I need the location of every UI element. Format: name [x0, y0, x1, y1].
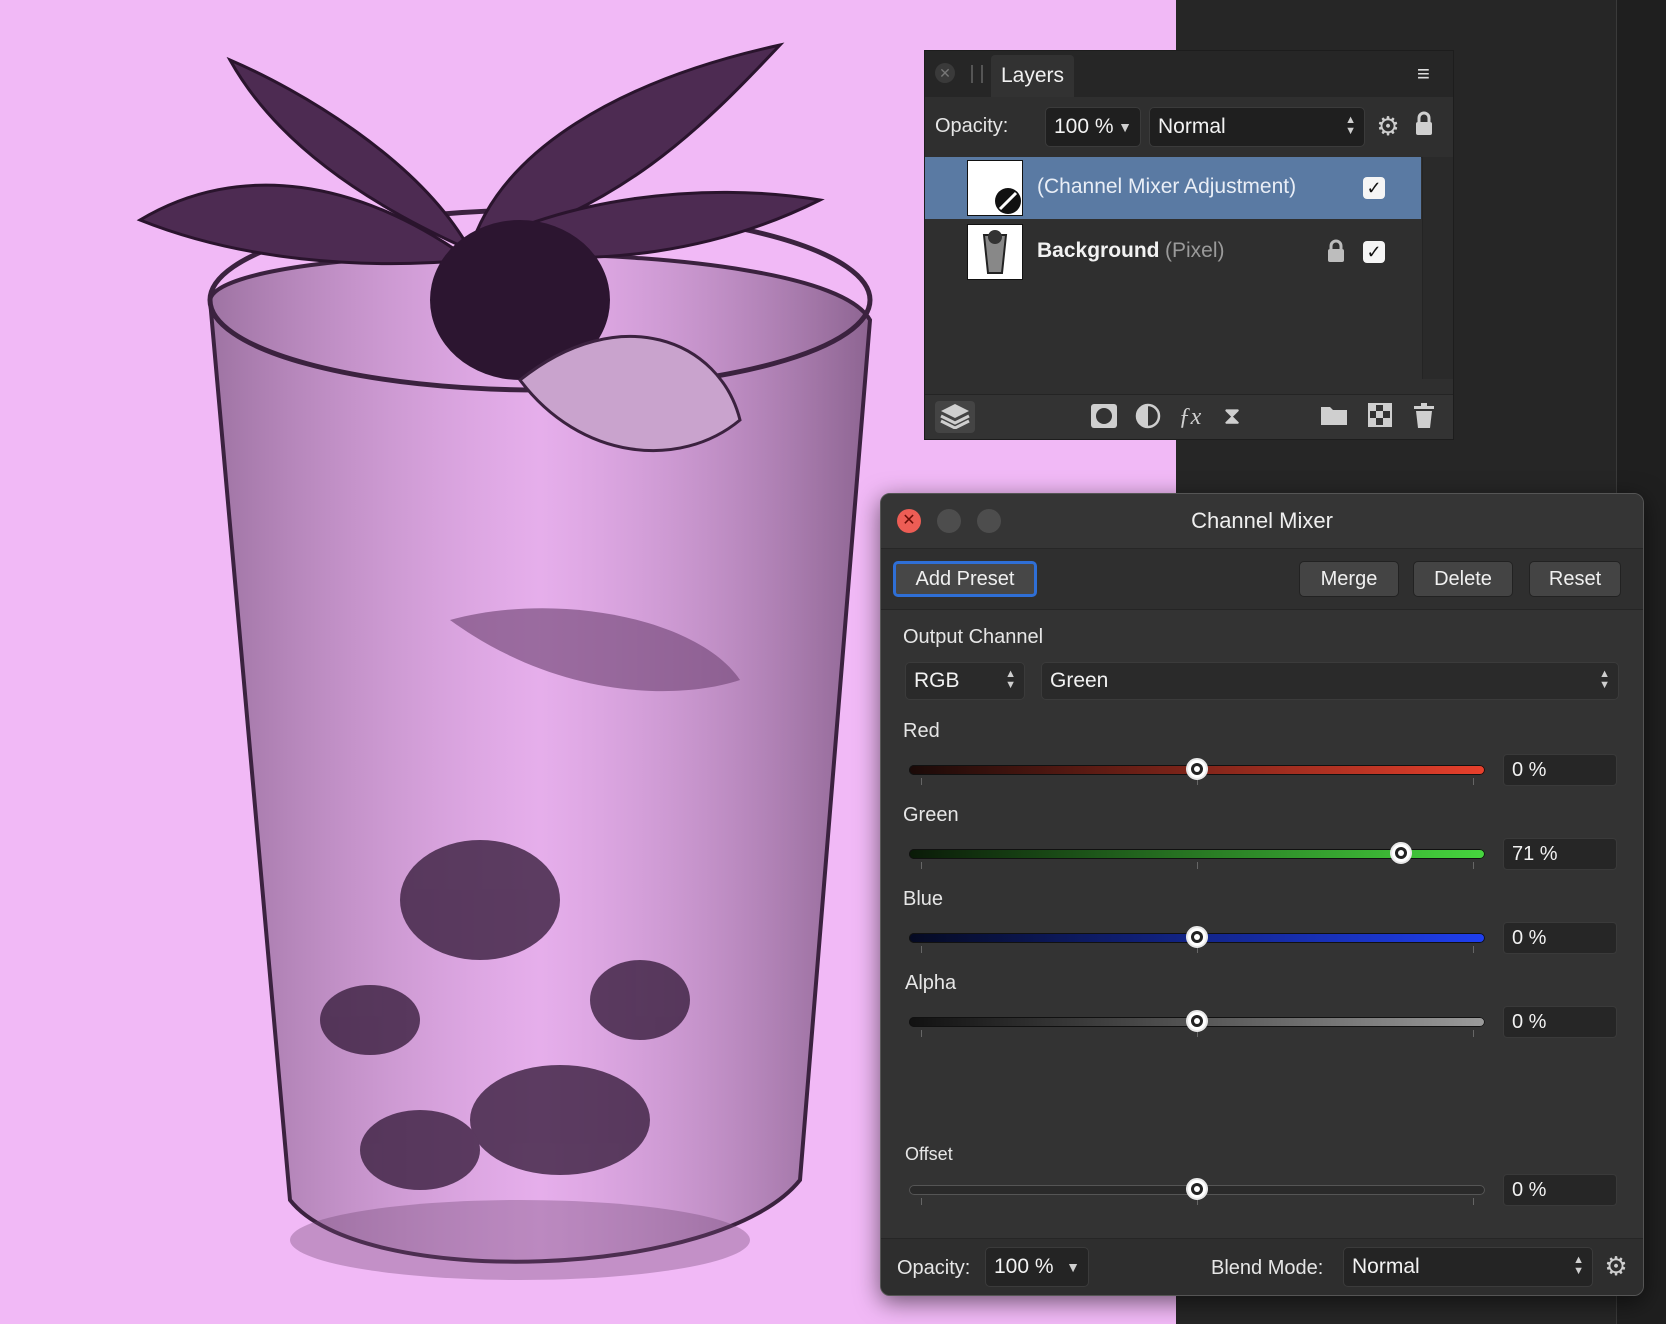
output-channel-label: Output Channel	[903, 626, 1044, 648]
slider-tick	[920, 1198, 922, 1205]
mask-icon[interactable]	[1089, 403, 1119, 431]
green-slider-knob[interactable]	[1390, 842, 1413, 864]
preset-toolbar: Add Preset Merge Delete Reset	[881, 549, 1643, 610]
blend-mode-select[interactable]: Normal ▲ ▼	[1149, 107, 1365, 147]
opacity-field[interactable]: 100 % ▼	[1045, 107, 1141, 147]
slider-tick	[1473, 1030, 1475, 1037]
trash-icon[interactable]	[1409, 403, 1439, 431]
chevron-down-icon: ▼	[1118, 119, 1132, 135]
slider-tick	[1473, 1198, 1475, 1205]
slider-tick	[1197, 862, 1198, 869]
folder-icon[interactable]	[1319, 403, 1349, 431]
layer-type: (Pixel)	[1165, 239, 1225, 262]
visibility-checkbox[interactable]: ✓	[1363, 241, 1385, 263]
merge-button[interactable]: Merge	[1299, 561, 1399, 597]
blue-slider[interactable]	[909, 924, 1485, 954]
live-filter-icon[interactable]: ⧗	[1217, 403, 1247, 431]
close-panel-icon[interactable]: ✕	[935, 63, 955, 83]
alpha-slider[interactable]	[909, 1008, 1485, 1038]
layers-opacity-bar: Opacity: 100 % ▼ Normal ▲ ▼ ⚙	[925, 97, 1453, 158]
green-value-field[interactable]: 71 %	[1503, 838, 1617, 870]
panel-menu-icon[interactable]: ≡	[1417, 63, 1443, 85]
layer-thumbnail	[967, 224, 1023, 280]
layer-row-background[interactable]: Background (Pixel) ✓	[925, 221, 1421, 283]
delete-button[interactable]: Delete	[1413, 561, 1513, 597]
color-space-value: RGB	[914, 669, 960, 692]
red-slider-knob[interactable]	[1186, 758, 1208, 780]
adjustment-icon[interactable]	[1133, 403, 1163, 431]
stepper-arrows-icon: ▲ ▼	[1005, 668, 1016, 691]
footer-opacity-field[interactable]: 100 % ▼	[985, 1247, 1089, 1287]
layer-thumbnail	[967, 160, 1023, 216]
layers-panel-header: ✕ Layers ≡	[925, 51, 1453, 97]
panel-grip-icon[interactable]	[971, 65, 983, 83]
blue-label: Blue	[903, 888, 944, 910]
offset-slider[interactable]	[909, 1176, 1485, 1206]
layers-footer-toolbar: ƒx ⧗	[925, 394, 1453, 439]
color-space-select[interactable]: RGB ▲ ▼	[905, 662, 1025, 700]
slider-tick	[920, 862, 922, 869]
channel-value: Green	[1050, 669, 1109, 692]
blue-slider-knob[interactable]	[1186, 926, 1208, 948]
layers-scrollbar[interactable]	[1422, 157, 1453, 379]
green-label: Green	[903, 804, 959, 826]
layer-name: (Channel Mixer Adjustment)	[1037, 175, 1297, 198]
chevron-down-icon: ▼	[1066, 1259, 1080, 1275]
blend-mode-label: Blend Mode:	[1211, 1257, 1324, 1279]
channel-mixer-body: Output Channel RGB ▲ ▼ Green ▲ ▼ Red 0 % G…	[881, 610, 1643, 1240]
slider-tick	[1473, 946, 1475, 953]
slider-tick	[920, 946, 922, 953]
lock-icon[interactable]	[1411, 111, 1437, 141]
layers-panel[interactable]: ✕ Layers ≡ Opacity: 100 % ▼ Normal ▲ ▼ ⚙ …	[924, 50, 1454, 440]
tab-layers[interactable]: Layers	[991, 55, 1075, 97]
dialog-title: Channel Mixer	[1191, 508, 1333, 533]
fx-icon[interactable]: ƒx	[1175, 403, 1205, 431]
red-value-field[interactable]: 0 %	[1503, 754, 1617, 786]
footer-opacity-value: 100 %	[994, 1255, 1054, 1278]
channel-mixer-dialog[interactable]: ✕ Channel Mixer Add Preset Merge Delete …	[880, 493, 1644, 1296]
pixel-layer-icon[interactable]	[1365, 403, 1395, 431]
layers-icon[interactable]	[935, 401, 975, 433]
stepper-arrows-icon: ▲ ▼	[1599, 668, 1610, 691]
opacity-value: 100 %	[1054, 115, 1114, 138]
layer-row-channel-mixer[interactable]: (Channel Mixer Adjustment) ✓	[925, 157, 1421, 219]
offset-label: Offset	[905, 1144, 953, 1164]
visibility-checkbox[interactable]: ✓	[1363, 177, 1385, 199]
green-slider[interactable]	[909, 840, 1485, 870]
lock-icon[interactable]	[1325, 239, 1347, 265]
alpha-label: Alpha	[905, 972, 957, 994]
dialog-footer: Opacity: 100 % ▼ Blend Mode: Normal ▲ ▼ ⚙	[881, 1238, 1643, 1295]
blue-value-field[interactable]: 0 %	[1503, 922, 1617, 954]
blend-mode-value: Normal	[1158, 115, 1226, 138]
red-slider[interactable]	[909, 756, 1485, 786]
offset-slider-knob[interactable]	[1186, 1178, 1208, 1200]
gear-icon[interactable]: ⚙	[1373, 111, 1403, 141]
stepper-arrows-icon: ▲ ▼	[1573, 1254, 1584, 1277]
slider-tick	[1473, 778, 1475, 785]
reset-button[interactable]: Reset	[1529, 561, 1621, 597]
alpha-value-field[interactable]: 0 %	[1503, 1006, 1617, 1038]
add-preset-button[interactable]: Add Preset	[893, 561, 1037, 597]
dialog-titlebar[interactable]: ✕ Channel Mixer	[881, 494, 1643, 549]
slider-tick	[920, 778, 922, 785]
stepper-arrows-icon: ▲ ▼	[1345, 114, 1356, 137]
footer-blend-value: Normal	[1352, 1255, 1420, 1278]
offset-value-field[interactable]: 0 %	[1503, 1174, 1617, 1206]
layer-name: Background	[1037, 239, 1160, 262]
footer-blend-select[interactable]: Normal ▲ ▼	[1343, 1247, 1593, 1287]
channel-select[interactable]: Green ▲ ▼	[1041, 662, 1619, 700]
opacity-label: Opacity:	[935, 115, 1009, 137]
red-label: Red	[903, 720, 940, 742]
slider-tick	[920, 1030, 922, 1037]
alpha-slider-knob[interactable]	[1186, 1010, 1208, 1032]
footer-opacity-label: Opacity:	[897, 1257, 971, 1279]
gear-icon[interactable]: ⚙	[1601, 1251, 1631, 1281]
slider-tick	[1473, 862, 1475, 869]
